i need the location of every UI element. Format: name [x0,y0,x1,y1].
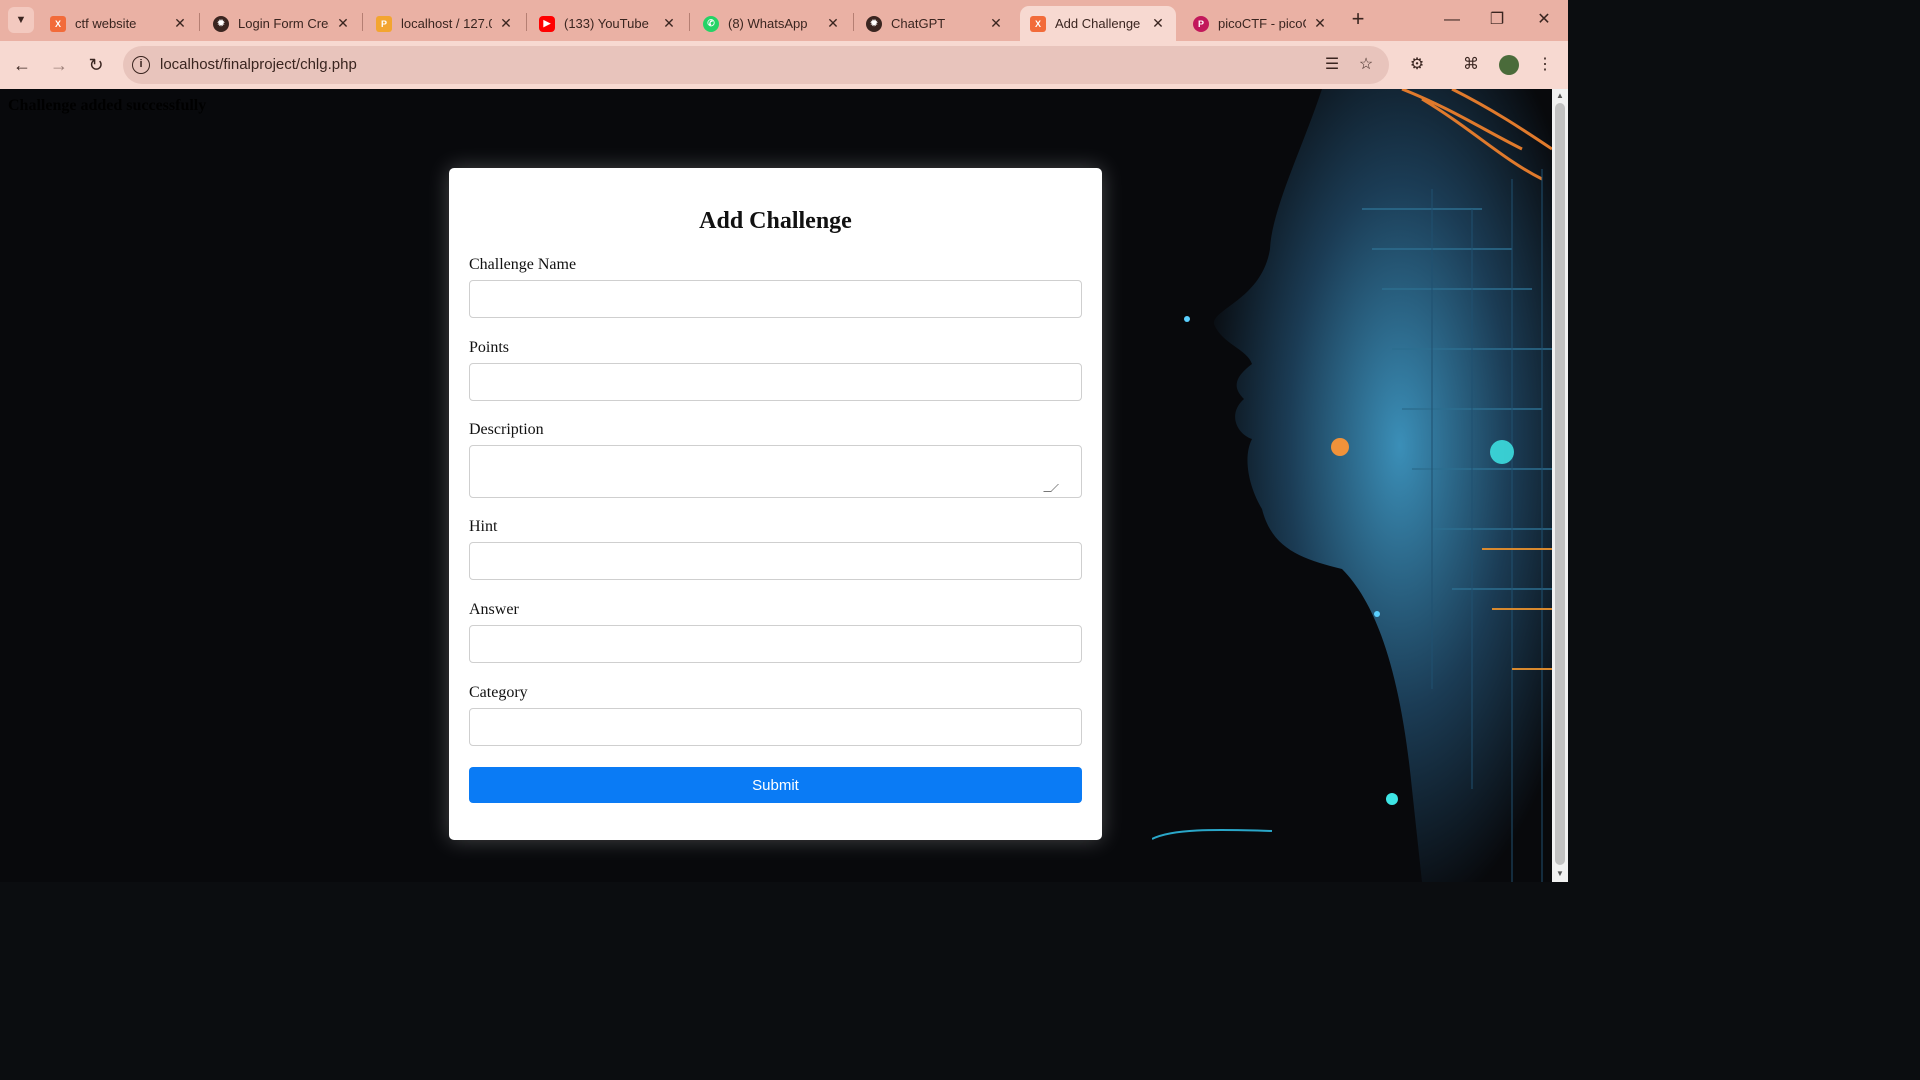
translate-icon[interactable]: ☰ [1322,55,1342,75]
tab-separator [362,13,363,31]
close-icon: ✕ [1537,11,1551,28]
close-icon[interactable]: ✕ [825,15,841,32]
phpmyadmin-icon: P [376,15,392,32]
tab-separator [853,13,854,31]
submit-button[interactable]: Submit [469,767,1082,803]
tab-title: ctf website [75,16,137,31]
tab-youtube[interactable]: ▶ (133) YouTube ✕ [529,6,687,41]
tab-title: ChatGPT [891,16,946,31]
tab-phpmyadmin[interactable]: P localhost / 127.0 ✕ [366,6,524,41]
tab-separator [689,13,690,31]
tab-title: (8) WhatsApp [728,16,808,31]
close-icon[interactable]: ✕ [498,15,514,32]
tab-chatgpt[interactable]: ✹ ChatGPT ✕ [856,6,1014,41]
performance-icon[interactable]: ⌘ [1459,53,1483,77]
youtube-icon: ▶ [539,15,555,32]
description-label: Description [469,421,544,438]
close-icon[interactable]: ✕ [172,15,188,32]
tab-strip: ▼ X ctf website ✕ ✹ Login Form Crea ✕ P … [0,0,1568,41]
arrow-right-icon: → [50,55,68,75]
minimize-icon: — [1444,11,1460,28]
challenge-name-input[interactable] [469,280,1082,318]
forward-button[interactable]: → [47,53,71,77]
xampp-icon: X [1030,15,1046,32]
answer-label: Answer [469,601,519,618]
restore-button[interactable]: ❐ [1485,8,1509,32]
success-message: Challenge added successfully [8,97,207,114]
challenge-name-label: Challenge Name [469,256,577,273]
scroll-up-icon[interactable]: ▲ [1555,91,1565,101]
hint-label: Hint [469,518,498,535]
page-viewport: Challenge added successfully Add Challen… [0,89,1552,882]
menu-kebab-icon[interactable]: ⋮ [1533,53,1557,77]
minimize-button[interactable]: — [1440,8,1464,32]
close-icon[interactable]: ✕ [661,15,677,32]
close-icon[interactable]: ✕ [1150,15,1166,32]
tab-whatsapp[interactable]: ✆ (8) WhatsApp ✕ [693,6,851,41]
bookmark-star-icon[interactable]: ☆ [1356,55,1376,75]
category-input[interactable] [469,708,1082,746]
tab-picoctf[interactable]: P picoCTF - picoGy ✕ [1183,6,1338,41]
answer-input[interactable] [469,625,1082,663]
arrow-left-icon: ← [13,55,31,75]
points-input[interactable] [469,363,1082,401]
close-icon[interactable]: ✕ [335,15,351,32]
reload-button[interactable]: ↻ [84,53,108,77]
hint-input[interactable] [469,542,1082,580]
back-button[interactable]: ← [10,53,34,77]
description-textarea[interactable] [469,445,1082,498]
picoctf-icon: P [1193,15,1209,32]
tab-title: picoCTF - picoGy [1218,16,1306,31]
tab-add-challenge[interactable]: X Add Challenge ✕ [1020,6,1176,41]
chatgpt-icon: ✹ [866,15,882,32]
add-challenge-form: Add Challenge Challenge Name Points Desc… [449,168,1102,840]
page-scrollbar[interactable]: ▲ ▼ [1552,89,1568,882]
tab-title: localhost / 127.0 [401,16,492,31]
restore-icon: ❐ [1489,11,1505,28]
site-info-icon[interactable]: i [132,56,150,74]
tab-separator [526,13,527,31]
close-window-button[interactable]: ✕ [1532,8,1556,32]
new-tab-button[interactable]: + [1346,8,1370,32]
browser-toolbar: ← → ↻ i localhost/finalproject/chlg.php … [0,41,1568,89]
close-icon[interactable]: ✕ [1312,15,1328,32]
close-icon[interactable]: ✕ [988,15,1004,32]
tab-title: (133) YouTube [564,16,649,31]
scroll-down-icon[interactable]: ▼ [1555,869,1565,879]
chevron-down-icon: ▼ [15,14,27,26]
scrollbar-thumb[interactable] [1555,103,1565,865]
chatgpt-icon: ✹ [213,15,229,32]
cyber-face-background-image [1152,89,1552,882]
plus-icon: + [1351,6,1365,31]
points-label: Points [469,339,510,356]
url-text[interactable]: localhost/finalproject/chlg.php [160,56,357,73]
extensions-icon[interactable]: ⚙ [1405,53,1429,77]
address-bar[interactable]: i localhost/finalproject/chlg.php ☰ ☆ [123,46,1389,84]
tab-ctf-website[interactable]: X ctf website ✕ [40,6,198,41]
tab-title: Login Form Crea [238,16,329,31]
form-title: Add Challenge [699,208,852,234]
reload-icon: ↻ [88,55,104,75]
tab-login-form[interactable]: ✹ Login Form Crea ✕ [203,6,361,41]
category-label: Category [469,684,528,701]
xampp-icon: X [50,15,66,32]
tab-separator [199,13,200,31]
tab-search-button[interactable]: ▼ [8,7,34,33]
whatsapp-icon: ✆ [703,15,719,32]
tab-title: Add Challenge [1055,16,1141,31]
avatar[interactable] [1497,53,1521,77]
